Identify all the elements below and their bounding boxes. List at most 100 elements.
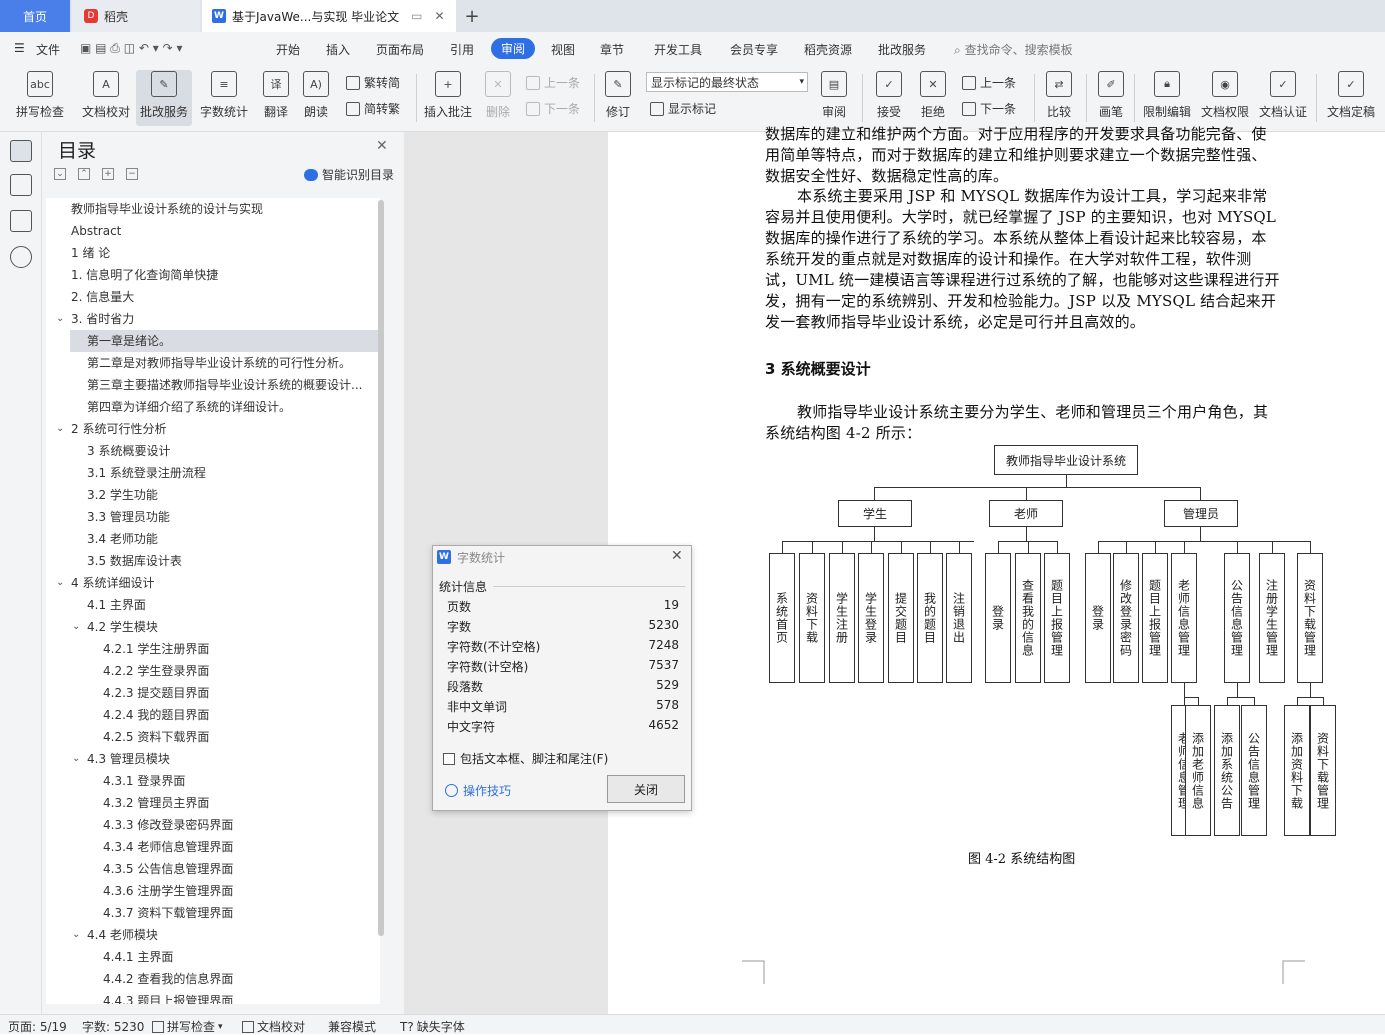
toc-item[interactable]: 4.3.1 登录界面	[46, 770, 376, 792]
word-count-button[interactable]: ≡ 字数统计	[196, 70, 252, 126]
menu-file[interactable]: 文件	[36, 41, 60, 58]
toc-item[interactable]: 3.5 数据库设计表	[46, 550, 376, 572]
reject-button[interactable]: ✕ 拒绝	[914, 70, 952, 126]
hamburger-icon[interactable]: ☰	[14, 41, 25, 55]
word-count-indicator[interactable]: 字数: 5230	[82, 1018, 144, 1035]
toc-item[interactable]: 4.3.4 老师信息管理界面	[46, 836, 376, 858]
toc-item[interactable]: 1. 信息明了化查询简单快捷	[46, 264, 376, 286]
toc-item[interactable]: 4.3.3 修改登录密码界面	[46, 814, 376, 836]
chevron-down-icon[interactable]: ⌄	[56, 308, 66, 330]
search-icon[interactable]	[10, 246, 32, 268]
toc-item[interactable]: 4.3.7 资料下载管理界面	[46, 902, 376, 924]
toc-item[interactable]: 4.2 学生模块	[46, 616, 376, 638]
compare-button[interactable]: ⇄ 比较	[1040, 70, 1078, 126]
toc-item[interactable]: 4.2.5 资料下载界面	[46, 726, 376, 748]
toc-item[interactable]: 第四章为详细介绍了系统的详细设计。	[46, 396, 376, 418]
accept-button[interactable]: ✓ 接受	[870, 70, 908, 126]
expand-up-icon[interactable]: ⌃	[78, 168, 90, 180]
menu-devtools[interactable]: 开发工具	[654, 41, 702, 58]
show-markup-button[interactable]: 显示标记	[650, 100, 716, 117]
smart-toc-button[interactable]: 智能识别目录	[304, 166, 394, 183]
toc-item[interactable]: 4.2.2 学生登录界面	[46, 660, 376, 682]
toc-item[interactable]: 1 绪 论	[46, 242, 376, 264]
toc-item[interactable]: 第一章是绪论。	[70, 330, 378, 352]
close-icon[interactable]: ✕	[671, 548, 683, 564]
toc-item[interactable]: 第二章是对教师指导毕业设计系统的可行性分析。	[46, 352, 376, 374]
add-entry-icon[interactable]: +	[102, 168, 114, 180]
pen-button[interactable]: ✐ 画笔	[1094, 70, 1128, 126]
revise-service-button[interactable]: ✎ 批改服务	[136, 70, 192, 126]
toc-item[interactable]: 3.2 学生功能	[46, 484, 376, 506]
revise-button[interactable]: ✎ 修订	[598, 70, 638, 126]
menu-start[interactable]: 开始	[276, 41, 300, 58]
chevron-down-icon[interactable]: ⌄	[56, 572, 66, 594]
bookmark-icon[interactable]	[10, 210, 32, 232]
include-textbox-checkbox[interactable]: 包括文本框、脚注和尾注(F)	[443, 750, 608, 767]
tab-document[interactable]: W 基于JavaWe...与实现 毕业论文 ▭ ✕	[202, 0, 456, 32]
review-button[interactable]: ▤ 审阅	[814, 70, 854, 126]
toc-item[interactable]: 第三章主要描述教师指导毕业设计系统的概要设计...	[46, 374, 376, 396]
chevron-down-icon[interactable]: ⌄	[56, 418, 66, 440]
toc-item[interactable]: 4.2.3 提交题目界面	[46, 682, 376, 704]
close-button[interactable]: 关闭	[607, 775, 685, 803]
toc-item[interactable]: 4.3.5 公告信息管理界面	[46, 858, 376, 880]
quick-access-icons[interactable]: ▣ ▤ ⎙ ◫ ↶ ▾ ↷ ▾	[80, 41, 182, 56]
next-comment-button[interactable]: 下一条	[526, 100, 580, 117]
menu-revise-service[interactable]: 批改服务	[878, 41, 926, 58]
toc-panel-icon[interactable]	[10, 140, 32, 162]
toc-item[interactable]: 教师指导毕业设计系统的设计与实现	[46, 198, 376, 220]
command-search[interactable]: ⌕ 查找命令、搜索模板	[954, 41, 1073, 58]
doc-check-button[interactable]: A 文档校对	[78, 70, 134, 126]
menu-reference[interactable]: 引用	[450, 41, 474, 58]
toc-item[interactable]: 2 系统可行性分析	[46, 418, 376, 440]
doc-final-button[interactable]: ✓ 文档定稿	[1322, 70, 1380, 126]
toc-item[interactable]: 4.3 管理员模块	[46, 748, 376, 770]
toc-item[interactable]: 3.3 管理员功能	[46, 506, 376, 528]
prev-change-button[interactable]: 上一条	[962, 74, 1016, 91]
spell-check-toggle[interactable]: 拼写检查 ▾	[152, 1018, 223, 1035]
toc-item[interactable]: 4.4.1 主界面	[46, 946, 376, 968]
restrict-edit-button[interactable]: 🔒︎ 限制编辑	[1140, 70, 1194, 126]
toc-item[interactable]: 4.2.4 我的题目界面	[46, 704, 376, 726]
toc-item[interactable]: Abstract	[46, 220, 376, 242]
tab-home[interactable]: 首页	[0, 0, 70, 32]
dialog-titlebar[interactable]: W 字数统计	[433, 546, 691, 568]
doc-cert-button[interactable]: ✓ 文档认证	[1256, 70, 1310, 126]
toc-scrollbar[interactable]	[378, 200, 384, 936]
toc-item[interactable]: 3.4 老师功能	[46, 528, 376, 550]
toc-item[interactable]: 4.3.6 注册学生管理界面	[46, 880, 376, 902]
toc-item[interactable]: 3. 省时省力	[46, 308, 376, 330]
insert-comment-button[interactable]: + 插入批注	[422, 70, 474, 126]
toc-item[interactable]: 4 系统详细设计	[46, 572, 376, 594]
doc-check-toggle[interactable]: 文档校对	[242, 1018, 305, 1035]
toc-item[interactable]: 4.2.1 学生注册界面	[46, 638, 376, 660]
spell-check-button[interactable]: abc 拼写检查	[8, 70, 72, 126]
delete-comment-button[interactable]: ✕ 删除	[480, 70, 516, 126]
chevron-down-icon[interactable]: ⌄	[72, 748, 82, 770]
prev-comment-button[interactable]: 上一条	[526, 74, 580, 91]
menu-member[interactable]: 会员专享	[730, 41, 778, 58]
remove-entry-icon[interactable]: −	[126, 168, 138, 180]
toc-item[interactable]: 4.4.2 查看我的信息界面	[46, 968, 376, 990]
navigation-pane-icon[interactable]	[10, 174, 32, 196]
translate-button[interactable]: 译翻译	[256, 70, 296, 126]
chevron-down-icon[interactable]: ⌄	[72, 924, 82, 946]
markup-state-select[interactable]: 显示标记的最终状态 ▾	[646, 72, 808, 92]
toc-item[interactable]: 4.1 主界面	[46, 594, 376, 616]
menu-section[interactable]: 章节	[600, 41, 624, 58]
new-tab-button[interactable]: +	[462, 0, 482, 32]
close-tab-icon[interactable]: ✕	[435, 9, 445, 23]
missing-font-button[interactable]: T? 缺失字体	[400, 1018, 465, 1035]
tips-link[interactable]: 操作技巧	[445, 782, 511, 799]
menu-view[interactable]: 视图	[551, 41, 575, 58]
collapse-all-icon[interactable]: ⌄	[54, 168, 66, 180]
document-page[interactable]: 数据库的建立和维护两个方面。对于应用程序的开发要求具备功能完备、使用简单等特点，…	[608, 125, 1385, 1014]
toc-item[interactable]: 3 系统概要设计	[46, 440, 376, 462]
to-simplified-button[interactable]: 简转繁	[346, 100, 400, 117]
checkbox[interactable]	[443, 752, 455, 765]
menu-layout[interactable]: 页面布局	[376, 41, 424, 58]
toc-item[interactable]: 3.1 系统登录注册流程	[46, 462, 376, 484]
window-icon[interactable]: ▭	[411, 9, 422, 23]
close-icon[interactable]: ✕	[376, 138, 388, 154]
tab-daoke[interactable]: D 稻壳	[72, 0, 200, 32]
